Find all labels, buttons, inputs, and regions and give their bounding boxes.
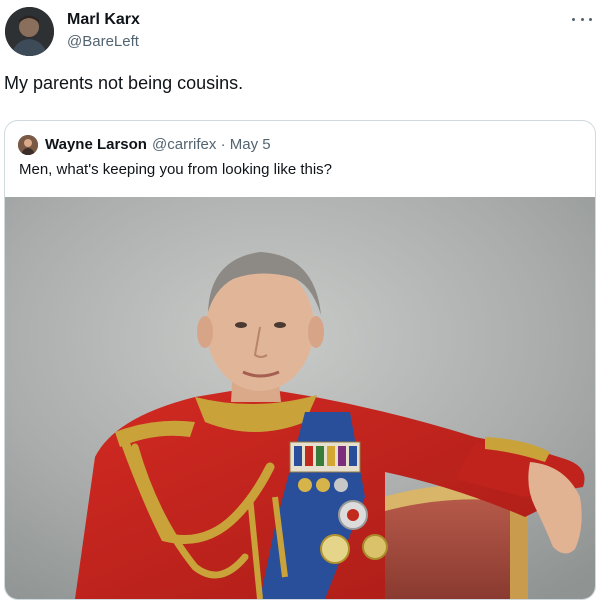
quoted-author-display-name[interactable]: Wayne Larson	[45, 136, 147, 153]
quoted-media-photo[interactable]	[5, 197, 595, 599]
tweet: Marl Karx @BareLeft My parents not being…	[0, 0, 600, 605]
author-avatar[interactable]	[5, 7, 54, 56]
quoted-meta: @carrifex · May 5	[152, 136, 271, 153]
quoted-author-avatar[interactable]	[18, 135, 38, 155]
quoted-author-handle[interactable]: @carrifex	[152, 136, 216, 153]
tweet-text: My parents not being cousins.	[4, 73, 244, 93]
quoted-tweet-text: Men, what's keeping you from looking lik…	[19, 161, 333, 178]
author-display-name[interactable]: Marl Karx	[67, 11, 140, 29]
portrait-photo	[5, 197, 595, 599]
author-handle[interactable]: @BareLeft	[67, 33, 139, 50]
quoted-avatar-icon	[18, 135, 38, 155]
meta-separator: ·	[220, 136, 226, 153]
quoted-date[interactable]: May 5	[230, 136, 271, 153]
avatar-icon	[5, 7, 54, 56]
more-options-icon[interactable]	[572, 12, 592, 26]
quoted-tweet[interactable]: Wayne Larson @carrifex · May 5 Men, what…	[4, 120, 596, 600]
